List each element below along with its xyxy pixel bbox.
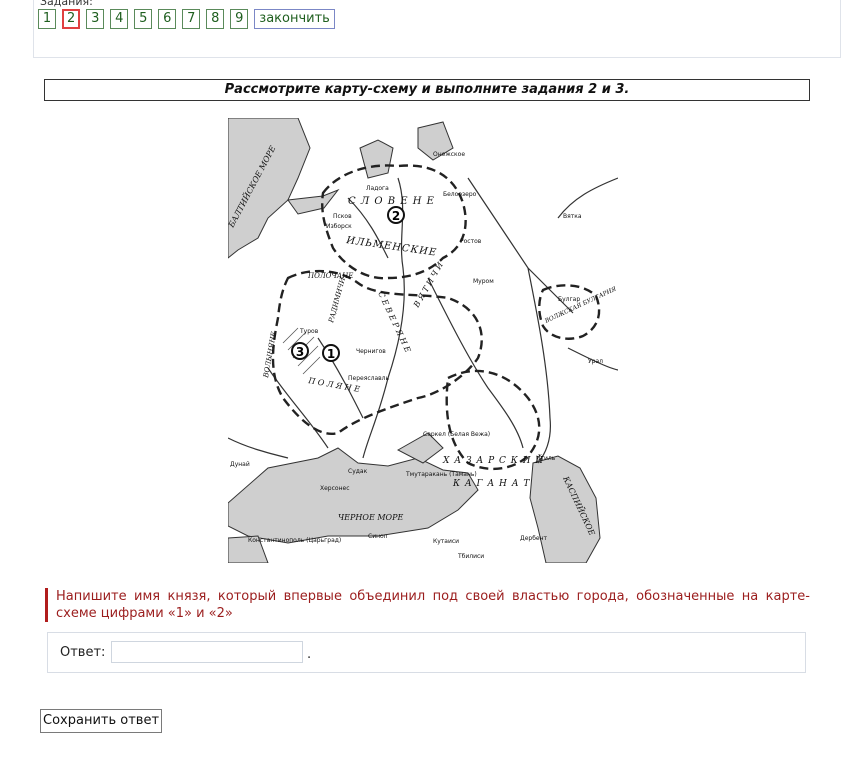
city-khersones: Херсонес	[320, 485, 350, 492]
city-sinop: Синоп	[368, 533, 388, 540]
city-bulgar: Булгар	[558, 296, 580, 303]
answer-suffix: .	[307, 647, 312, 662]
map-label-khazar: Х А З А Р С К И Й	[442, 454, 544, 466]
map-label-black-sea: ЧЕРНОЕ МОРЕ	[338, 513, 403, 522]
city-murom: Муром	[473, 278, 494, 285]
city-onega: Онежское	[433, 151, 465, 158]
map-label-kaganat: К А Г А Н А Т	[452, 479, 530, 489]
city-konstantinopol: Константинополь (Царьград)	[248, 537, 341, 544]
rivers	[228, 177, 618, 464]
task-navigation-panel: Задания: 1 2 3 4 5 6 7 8 9 закончить	[33, 0, 841, 58]
black-sea-shape	[228, 447, 479, 544]
city-kutaisi: Кутаиси	[433, 538, 459, 545]
marker-1: 1	[322, 344, 340, 362]
svg-text:3: 3	[296, 345, 304, 359]
city-pereyaslavl: Переяславль	[348, 375, 389, 382]
task-button-7[interactable]: 7	[182, 9, 201, 29]
city-derbent: Дербент	[520, 535, 548, 542]
task-button-5[interactable]: 5	[134, 9, 153, 29]
task-button-9[interactable]: 9	[230, 9, 249, 29]
marker-3: 3	[291, 342, 309, 360]
task-header: Рассмотрите карту-схему и выполните зада…	[44, 79, 810, 101]
map-label-severyane: С Е В Е Р Я Н Е	[376, 290, 412, 354]
city-ladoga: Ладога	[366, 185, 389, 192]
map-label-ilmen: ИЛЬМЕНСКИЕ	[345, 235, 438, 259]
question-text: Напишите имя князя, который впервые объе…	[45, 588, 810, 622]
map-label-radimichi: РАДИМИЧИ	[327, 276, 347, 325]
city-rostov: Ростов	[460, 238, 482, 245]
city-beloozero: Белоозеро	[443, 191, 477, 198]
caspian-sea-shape	[529, 455, 601, 563]
answer-box: Ответ: .	[47, 632, 806, 673]
svg-text:1: 1	[327, 347, 335, 361]
task-button-2-current[interactable]: 2	[62, 9, 81, 29]
finish-button[interactable]: закончить	[254, 9, 335, 29]
answer-label: Ответ:	[60, 645, 106, 660]
task-button-1[interactable]: 1	[38, 9, 56, 29]
lake-ladoga-shape	[359, 139, 394, 179]
city-sarkel: Саркел (Белая Вежа)	[423, 431, 490, 438]
city-tbilisi: Тбилиси	[457, 553, 484, 560]
svg-text:2: 2	[392, 209, 400, 223]
task-button-6[interactable]: 6	[158, 9, 177, 29]
city-vyatka: Вятка	[563, 213, 582, 220]
task-button-4[interactable]: 4	[110, 9, 129, 29]
task-button-3[interactable]: 3	[86, 9, 105, 29]
city-dunai: Дунай	[230, 461, 250, 468]
map-label-volynyane: ВОЛЫНЯНЕ	[262, 331, 278, 379]
map-label-volga-bulgaria: ВОЛЖСКАЯ БУЛГАРИЯ	[543, 285, 618, 325]
baltic-sea-shape	[228, 118, 311, 259]
tasks-caption: Задания:	[40, 0, 93, 8]
map-label-slovene: С Л О В Е Н Е	[348, 196, 435, 207]
save-answer-button[interactable]: Сохранить ответ	[40, 709, 163, 733]
historical-map: 1 2 3 БАЛТИЙСКОЕ МОРЕ С Л О В Е Н Е ИЛЬМ…	[228, 118, 618, 563]
city-izborsk: Изборск	[326, 223, 352, 230]
city-turov: Туров	[299, 328, 319, 335]
task-button-8[interactable]: 8	[206, 9, 225, 29]
city-pskov: Псков	[333, 213, 352, 220]
city-tmutarakan: Тмутаракань (Тамань)	[405, 471, 477, 478]
marker-2: 2	[387, 206, 405, 224]
gulf-shape	[287, 188, 340, 215]
task-buttons-row: 1 2 3 4 5 6 7 8 9 закончить	[38, 9, 335, 29]
city-chernigov: Чернигов	[356, 348, 386, 355]
city-sudak: Судак	[348, 468, 368, 475]
city-itil: Итиль	[536, 455, 556, 462]
city-ural: Урал	[588, 358, 603, 365]
answer-input[interactable]	[111, 641, 303, 663]
map-drawing: 1 2 3 БАЛТИЙСКОЕ МОРЕ С Л О В Е Н Е ИЛЬМ…	[228, 118, 618, 563]
